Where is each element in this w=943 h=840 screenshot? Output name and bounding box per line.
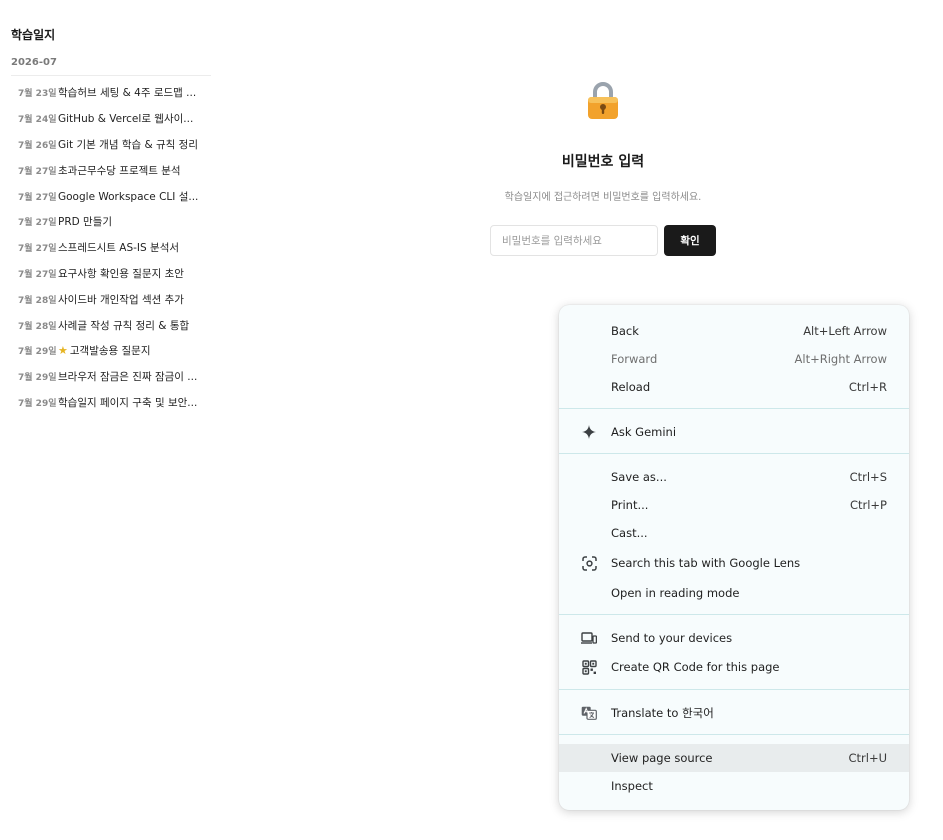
- menu-shortcut: Alt+Right Arrow: [794, 352, 887, 366]
- menu-item-print[interactable]: Print... Ctrl+P: [559, 491, 909, 519]
- menu-label: Reload: [611, 380, 651, 394]
- log-list: 7월 23일 학습허브 세팅 & 4주 로드맵 ... 7월 24일 GitHu…: [0, 80, 198, 415]
- entry-title: 초과근무수당 프로젝트 분석: [58, 164, 181, 177]
- divider: [11, 75, 211, 76]
- sidebar-title: 학습일지: [11, 28, 56, 42]
- entry-title: 사례글 작성 규칙 정리 & 통합: [58, 319, 190, 332]
- menu-label: Translate to 한국어: [611, 706, 714, 720]
- entry-title: 학습일지 페이지 구축 및 보안...: [58, 396, 198, 409]
- menu-shortcut: Ctrl+R: [848, 380, 887, 394]
- menu-item-back[interactable]: Back Alt+Left Arrow: [559, 317, 909, 345]
- menu-label: Create QR Code for this page: [611, 660, 780, 674]
- menu-item-view-source[interactable]: View page source Ctrl+U: [559, 744, 909, 772]
- menu-item-qr-code[interactable]: Create QR Code for this page: [559, 653, 909, 681]
- entry-date: 7월 28일: [18, 295, 57, 306]
- menu-separator: [559, 689, 909, 690]
- menu-label: View page source: [611, 751, 713, 765]
- log-entry[interactable]: 7월 27일 PRD 만들기: [0, 209, 198, 235]
- menu-item-send-devices[interactable]: Send to your devices: [559, 624, 909, 652]
- menu-item-save-as[interactable]: Save as... Ctrl+S: [559, 463, 909, 491]
- translate-icon: [580, 704, 598, 722]
- entry-title: GitHub & Vercel로 웹사이...: [58, 113, 194, 126]
- menu-shortcut: Alt+Left Arrow: [803, 324, 887, 338]
- entry-title: 고객발송용 질문지: [69, 345, 151, 358]
- entry-title: Google Workspace CLI 설...: [58, 190, 199, 203]
- entry-date: 7월 24일: [18, 115, 57, 126]
- menu-shortcut: Ctrl+S: [849, 470, 887, 484]
- menu-separator: [559, 453, 909, 454]
- lock-icon: [586, 80, 620, 120]
- menu-label: Search this tab with Google Lens: [611, 556, 801, 570]
- lens-icon: [580, 554, 598, 572]
- menu-item-reload[interactable]: Reload Ctrl+R: [559, 373, 909, 401]
- password-input[interactable]: [490, 225, 658, 256]
- sparkle-icon: [580, 423, 598, 441]
- log-entry[interactable]: 7월 27일 요구사항 확인용 질문지 초안: [0, 261, 198, 287]
- menu-item-forward[interactable]: Forward Alt+Right Arrow: [559, 345, 909, 373]
- entry-date: 7월 28일: [18, 321, 57, 332]
- star-icon: ★: [58, 344, 68, 358]
- entry-date: 7월 27일: [18, 218, 57, 229]
- log-entry[interactable]: 7월 27일 스프레드시트 AS-IS 분석서: [0, 235, 198, 261]
- entry-title: Git 기본 개념 학습 & 규칙 정리: [58, 138, 198, 151]
- log-entry[interactable]: 7월 28일 사례글 작성 규칙 정리 & 통합: [0, 312, 198, 338]
- menu-item-translate[interactable]: Translate to 한국어: [559, 699, 909, 727]
- menu-label: Ask Gemini: [611, 425, 677, 439]
- entry-date: 7월 27일: [18, 166, 57, 177]
- page-title: 비밀번호 입력: [561, 154, 645, 170]
- menu-label: Open in reading mode: [611, 586, 740, 600]
- menu-item-inspect[interactable]: Inspect: [559, 772, 909, 800]
- menu-label: Send to your devices: [611, 631, 733, 645]
- qr-code-icon: [580, 658, 598, 676]
- menu-item-cast[interactable]: Cast...: [559, 519, 909, 547]
- log-entry[interactable]: 7월 29일 학습일지 페이지 구축 및 보안...: [0, 390, 198, 416]
- menu-item-reading-mode[interactable]: Open in reading mode: [559, 579, 909, 607]
- log-entry[interactable]: 7월 28일 사이드바 개인작업 섹션 추가: [0, 286, 198, 312]
- log-entry[interactable]: 7월 27일 초과근무수당 프로젝트 분석: [0, 157, 198, 183]
- entry-date: 7월 27일: [18, 244, 57, 255]
- log-entry[interactable]: 7월 26일 Git 기본 개념 학습 & 규칙 정리: [0, 132, 198, 158]
- menu-shortcut: Ctrl+P: [849, 498, 887, 512]
- menu-shortcut: Ctrl+U: [848, 751, 887, 765]
- menu-label: Forward: [611, 352, 658, 366]
- menu-separator: [559, 408, 909, 409]
- log-entry[interactable]: 7월 27일 Google Workspace CLI 설...: [0, 183, 198, 209]
- menu-item-google-lens[interactable]: Search this tab with Google Lens: [559, 549, 909, 577]
- menu-label: Cast...: [611, 526, 648, 540]
- entry-title: PRD 만들기: [58, 216, 113, 229]
- entry-title: 사이드바 개인작업 섹션 추가: [58, 293, 184, 306]
- gate-description: 학습일지에 접근하려면 비밀번호를 입력하세요.: [504, 192, 702, 203]
- entry-date: 7월 26일: [18, 140, 57, 151]
- month-header: 2026-07: [11, 57, 57, 68]
- menu-item-ask-gemini[interactable]: Ask Gemini: [559, 418, 909, 446]
- log-entry[interactable]: 7월 29일 ★ 고객발송용 질문지: [0, 338, 198, 364]
- entry-date: 7월 29일: [18, 398, 57, 409]
- menu-separator: [559, 614, 909, 615]
- entry-title: 학습허브 세팅 & 4주 로드맵 ...: [58, 87, 197, 100]
- sidebar: 학습일지 2026-07 7월 23일 학습허브 세팅 & 4주 로드맵 ...…: [0, 0, 225, 840]
- entry-title: 스프레드시트 AS-IS 분석서: [58, 242, 180, 255]
- entry-date: 7월 29일: [18, 373, 57, 384]
- log-entry[interactable]: 7월 23일 학습허브 세팅 & 4주 로드맵 ...: [0, 80, 198, 106]
- entry-date: 7월 23일: [18, 89, 57, 100]
- entry-date: 7월 29일: [18, 347, 57, 358]
- log-entry[interactable]: 7월 29일 브라우저 잠금은 진짜 잠금이 ...: [0, 364, 198, 390]
- confirm-button[interactable]: 확인: [664, 225, 716, 256]
- menu-label: Inspect: [611, 779, 653, 793]
- menu-label: Back: [611, 324, 639, 338]
- menu-label: Print...: [611, 498, 649, 512]
- entry-title: 브라우저 잠금은 진짜 잠금이 ...: [58, 371, 198, 384]
- entry-date: 7월 27일: [18, 192, 57, 203]
- context-menu: Back Alt+Left Arrow Forward Alt+Right Ar…: [559, 305, 909, 810]
- devices-icon: [580, 629, 598, 647]
- entry-date: 7월 27일: [18, 269, 57, 280]
- menu-separator: [559, 734, 909, 735]
- entry-title: 요구사항 확인용 질문지 초안: [58, 267, 184, 280]
- log-entry[interactable]: 7월 24일 GitHub & Vercel로 웹사이...: [0, 106, 198, 132]
- menu-label: Save as...: [611, 470, 667, 484]
